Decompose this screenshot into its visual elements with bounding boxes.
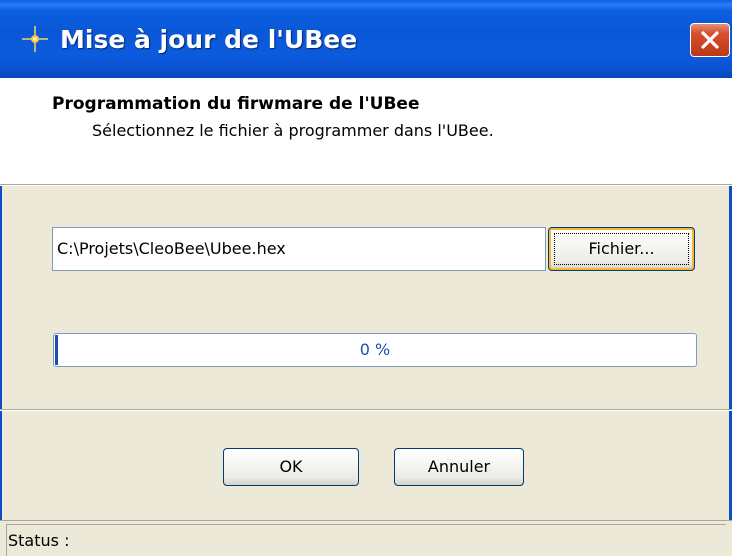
progress-bar: 0 % bbox=[53, 333, 697, 367]
header-divider bbox=[0, 184, 732, 186]
cancel-button[interactable]: Annuler bbox=[394, 448, 524, 486]
close-icon bbox=[701, 31, 719, 49]
file-path-input[interactable]: C:\Projets\CleoBee\Ubee.hex bbox=[52, 227, 546, 271]
header-title: Programmation du firwmare de l'UBee bbox=[52, 94, 420, 114]
progress-label: 0 % bbox=[359, 340, 391, 359]
status-panel bbox=[6, 524, 726, 556]
button-divider bbox=[0, 409, 732, 411]
window-title: Mise à jour de l'UBee bbox=[60, 25, 358, 54]
close-button[interactable] bbox=[690, 23, 730, 57]
ok-button[interactable]: OK bbox=[223, 448, 359, 486]
browse-file-button[interactable]: Fichier... bbox=[548, 227, 695, 271]
sparkle-icon bbox=[20, 24, 50, 54]
title-bar[interactable]: Mise à jour de l'UBee bbox=[0, 0, 732, 78]
status-text: Status : bbox=[8, 531, 70, 550]
browse-file-label: Fichier... bbox=[588, 239, 655, 258]
update-dialog: Mise à jour de l'UBee Programmation du f… bbox=[0, 0, 732, 556]
header-subtitle: Sélectionnez le fichier à programmer dan… bbox=[92, 121, 494, 140]
status-bar: Status : bbox=[0, 520, 732, 556]
